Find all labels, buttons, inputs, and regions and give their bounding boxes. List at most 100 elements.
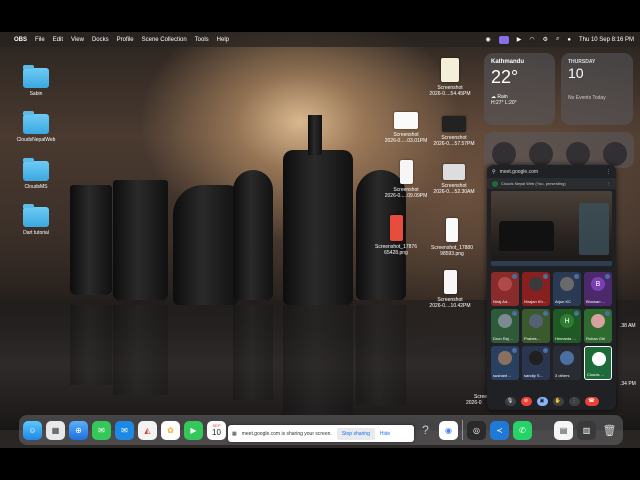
participant-tile[interactable]: Nirajan Kh... <box>522 272 550 306</box>
desktop-screenshot-file[interactable]: Screenshot 2026-0....52.30AM <box>424 164 484 195</box>
participant-tile-others[interactable]: 3 others <box>553 346 581 380</box>
desktop-screenshot-file[interactable]: Screenshot 2026-0....57.57PM <box>424 116 484 147</box>
world-clock-widget[interactable] <box>484 132 634 168</box>
desktop-folder-dart-tutorial[interactable]: Dart tutorial <box>6 204 66 236</box>
avatar: H <box>560 314 574 328</box>
screen-sharing-bar: ▦ meet.google.com is sharing your screen… <box>228 425 414 442</box>
dock-whatsapp[interactable]: ✆ <box>513 420 532 440</box>
dock-photos[interactable]: ✿ <box>161 420 180 440</box>
menu-scene-collection[interactable]: Scene Collection <box>142 37 187 43</box>
menu-view[interactable]: View <box>71 37 84 43</box>
mic-muted-icon <box>543 348 548 353</box>
camera-toggle-button[interactable]: ⊘ <box>520 396 532 406</box>
menu-file[interactable]: File <box>35 37 45 43</box>
file-thumbnail <box>399 160 413 184</box>
desktop-screenshot-file[interactable]: Screenshot_17876 65428.png <box>366 215 426 256</box>
desktop-folder-sabin[interactable]: Sabin <box>6 65 66 97</box>
dock-calendar[interactable]: SEP 10 <box>207 420 226 440</box>
dock-facetime[interactable]: ▶ <box>184 420 203 440</box>
leave-call-button[interactable]: ☎ <box>584 396 599 406</box>
present-button[interactable]: ▣ <box>536 396 548 406</box>
desktop-screenshot-file[interactable]: Screenshot_17880 98593.png <box>422 218 482 257</box>
siri-icon[interactable]: ● <box>567 37 571 43</box>
dock-messages[interactable]: ✉ <box>92 420 111 440</box>
menu-help[interactable]: Help <box>217 37 229 43</box>
control-center-icon[interactable]: ⚙ <box>543 36 548 43</box>
status-screen-share-icon[interactable] <box>498 35 509 44</box>
status-play-icon[interactable]: ▶ <box>517 36 522 43</box>
facetime-icon: ▶ <box>190 425 197 435</box>
downloads-icon: ▥ <box>582 425 591 435</box>
file-thumbnail <box>443 164 465 180</box>
finder-icon: ☺ <box>28 425 37 435</box>
dock-chrome[interactable]: ◉ <box>439 420 458 440</box>
menu-tools[interactable]: Tools <box>195 37 209 43</box>
dock-help[interactable]: ? <box>416 421 435 440</box>
whatsapp-icon: ✆ <box>519 425 526 435</box>
mic-muted-icon <box>512 311 517 316</box>
file-thumbnail <box>446 218 458 242</box>
participant-name: Nirajan Kh... <box>524 299 547 304</box>
mic-muted-icon <box>512 348 517 353</box>
desktop-screenshot-file[interactable]: Screenshot 2026-0....54.45PM <box>420 58 480 97</box>
dock-trash[interactable]: 🗑 <box>600 421 619 440</box>
participant-name: Bhuwan ... <box>586 299 605 304</box>
participant-tile[interactable]: Rohan Giri <box>584 309 612 343</box>
avatar <box>560 351 574 365</box>
more-options-button[interactable]: ⋮ <box>568 396 580 406</box>
dock-vscode[interactable]: ≺ <box>490 420 509 440</box>
vscode-icon: ≺ <box>496 425 503 435</box>
wifi-icon[interactable]: ◠ <box>529 36 534 43</box>
participant-tile[interactable]: H Hemanta ... <box>553 309 581 343</box>
document-icon: ▤ <box>559 425 568 435</box>
desktop-folder-cloudsms[interactable]: CloudsMS <box>6 158 66 190</box>
more-icon[interactable]: ⋮ <box>607 181 611 186</box>
mic-muted-icon <box>574 311 579 316</box>
avatar <box>591 314 605 328</box>
participant-tile[interactable]: Arjun KC <box>553 272 581 306</box>
participant-tile[interactable]: B Bhuwan ... <box>584 272 612 306</box>
sharing-icon: ▦ <box>232 430 237 437</box>
menu-app-name[interactable]: OBS <box>14 37 27 43</box>
participant-tile[interactable]: sushant ... <box>491 346 519 380</box>
menu-profile[interactable]: Profile <box>117 37 134 43</box>
safari-icon: ⊕ <box>75 425 82 435</box>
dock-finder[interactable]: ☺ <box>23 420 42 440</box>
menu-docks[interactable]: Docks <box>92 37 109 43</box>
participant-tile-self[interactable]: Clouds ... <box>584 346 612 380</box>
dock-document[interactable]: ▤ <box>554 420 573 440</box>
question-icon: ? <box>422 423 429 437</box>
partial-file-label: 2026-0 <box>466 400 482 406</box>
dock-launchpad[interactable]: ▦ <box>46 420 65 440</box>
dock-obs[interactable]: ◎ <box>467 420 486 440</box>
clock-faces-icon <box>492 142 627 166</box>
meet-window[interactable]: ⚲ meet.google.com ⋮ Clouds Nepal Web (Yo… <box>487 165 616 410</box>
participant-tile[interactable]: Dron Raj ... <box>491 309 519 343</box>
partial-file-label: .38 AM <box>620 323 636 329</box>
participant-name: sandip S... <box>524 373 543 378</box>
mic-toggle-button[interactable]: 🎙 <box>504 396 516 406</box>
stop-sharing-button[interactable]: Stop sharing <box>336 427 375 440</box>
hide-button[interactable]: Hide <box>380 431 390 437</box>
search-icon[interactable]: ⌕ <box>556 36 559 43</box>
menu-bar: OBS File Edit View Docks Profile Scene C… <box>0 32 640 47</box>
desktop-screenshot-file[interactable]: Screenshot 2026-0....10.42PM <box>420 270 480 309</box>
dock-maps[interactable]: ◭ <box>138 420 157 440</box>
weather-widget[interactable]: Kathmandu 22° ☁ Rain H:27° L:20° <box>484 53 555 125</box>
dock-safari[interactable]: ⊕ <box>69 420 88 440</box>
participant-tile[interactable]: sandip S... <box>522 346 550 380</box>
raise-hand-button[interactable]: ✋ <box>552 396 564 406</box>
more-icon[interactable]: ⋮ <box>606 169 611 175</box>
participant-tile[interactable]: Prabes... <box>522 309 550 343</box>
letterbox-top <box>0 0 640 32</box>
calendar-widget[interactable]: THURSDAY 10 No Events Today <box>561 53 633 125</box>
desktop-folder-cloudsnepalweb[interactable]: CloudsNepalWeb <box>6 111 66 143</box>
menubar-datetime[interactable]: Thu 10 Sep 8:16 PM <box>579 37 634 43</box>
meet-url-bar: ⚲ meet.google.com ⋮ <box>487 165 616 178</box>
menu-edit[interactable]: Edit <box>53 37 63 43</box>
meet-tab-title: Clouds Nepal Web (You, presenting) <box>501 181 566 186</box>
status-record-icon[interactable]: ◉ <box>485 36 490 43</box>
dock-mail[interactable]: ✉ <box>115 420 134 440</box>
dock-downloads[interactable]: ▥ <box>577 420 596 440</box>
participant-tile[interactable]: Niraj Ad... <box>491 272 519 306</box>
